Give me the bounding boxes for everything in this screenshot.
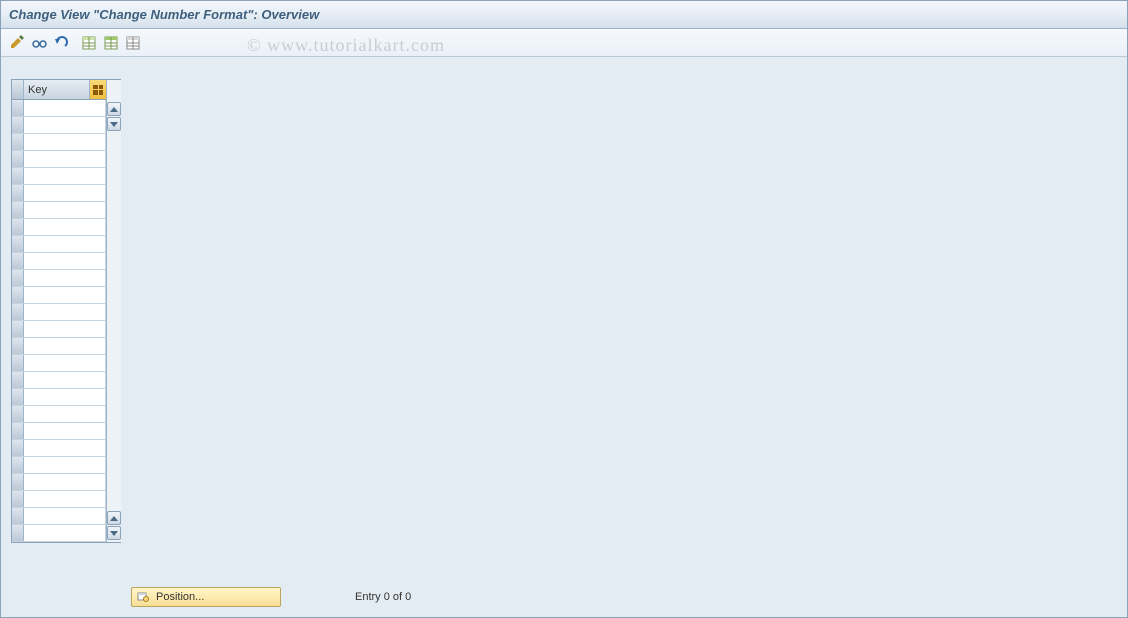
table-row[interactable] — [12, 151, 106, 168]
table-row[interactable] — [12, 457, 106, 474]
table-row[interactable] — [12, 304, 106, 321]
grid-body — [12, 100, 106, 542]
table-row[interactable] — [12, 491, 106, 508]
toolbar-change-other-view-button[interactable] — [7, 33, 27, 53]
scroll-down-button[interactable] — [107, 117, 121, 131]
scroll-down-button-bottom[interactable] — [107, 526, 121, 540]
glasses-icon — [31, 35, 47, 51]
scroll-up-button[interactable] — [107, 102, 121, 116]
table-row[interactable] — [12, 372, 106, 389]
grid-plain-icon — [126, 36, 140, 50]
table-settings-icon — [93, 85, 103, 95]
table-row[interactable] — [12, 270, 106, 287]
table-row[interactable] — [12, 185, 106, 202]
table-row[interactable] — [12, 100, 106, 117]
table-row[interactable] — [12, 219, 106, 236]
table-row[interactable] — [12, 525, 106, 542]
chevron-down-icon — [110, 531, 118, 536]
table-row[interactable] — [12, 321, 106, 338]
content-area: Key — [1, 57, 1127, 543]
toolbar-new-entries-button[interactable] — [79, 33, 99, 53]
table-row[interactable] — [12, 406, 106, 423]
title-bar: Change View "Change Number Format": Over… — [1, 1, 1127, 29]
table-row[interactable] — [12, 202, 106, 219]
undo-icon — [53, 35, 69, 51]
toolbar — [1, 29, 1127, 57]
grid-yellow-icon — [82, 36, 96, 50]
chevron-down-icon — [110, 122, 118, 127]
chevron-up-icon — [110, 516, 118, 521]
table-row[interactable] — [12, 508, 106, 525]
toolbar-delimit-button[interactable] — [123, 33, 143, 53]
table-row[interactable] — [12, 236, 106, 253]
grid-row-selector-header[interactable] — [12, 80, 24, 99]
page-title: Change View "Change Number Format": Over… — [9, 7, 319, 22]
toolbar-copy-as-button[interactable] — [101, 33, 121, 53]
table-row[interactable] — [12, 117, 106, 134]
grid-green-icon — [104, 36, 118, 50]
entry-count-text: Entry 0 of 0 — [355, 591, 411, 603]
grid-configure-button[interactable] — [90, 80, 106, 99]
table-row[interactable] — [12, 253, 106, 270]
table-row[interactable] — [12, 423, 106, 440]
toolbar-details-button[interactable] — [29, 33, 49, 53]
table-row[interactable] — [12, 287, 106, 304]
toolbar-undo-button[interactable] — [51, 33, 71, 53]
footer: Position... Entry 0 of 0 — [1, 587, 1127, 607]
table-row[interactable] — [12, 440, 106, 457]
grid-scrollbar[interactable] — [106, 80, 121, 542]
grid-header: Key — [12, 80, 106, 100]
position-button-label: Position... — [156, 591, 204, 603]
position-icon — [136, 590, 150, 604]
table-row[interactable] — [12, 134, 106, 151]
grid-column-key[interactable]: Key — [24, 80, 90, 99]
pencil-toggle-icon — [9, 35, 25, 51]
position-button[interactable]: Position... — [131, 587, 281, 607]
table-row[interactable] — [12, 389, 106, 406]
scroll-up-button-bottom[interactable] — [107, 511, 121, 525]
data-grid[interactable]: Key — [11, 79, 121, 543]
table-row[interactable] — [12, 474, 106, 491]
table-row[interactable] — [12, 168, 106, 185]
table-row[interactable] — [12, 338, 106, 355]
chevron-up-icon — [110, 107, 118, 112]
table-row[interactable] — [12, 355, 106, 372]
